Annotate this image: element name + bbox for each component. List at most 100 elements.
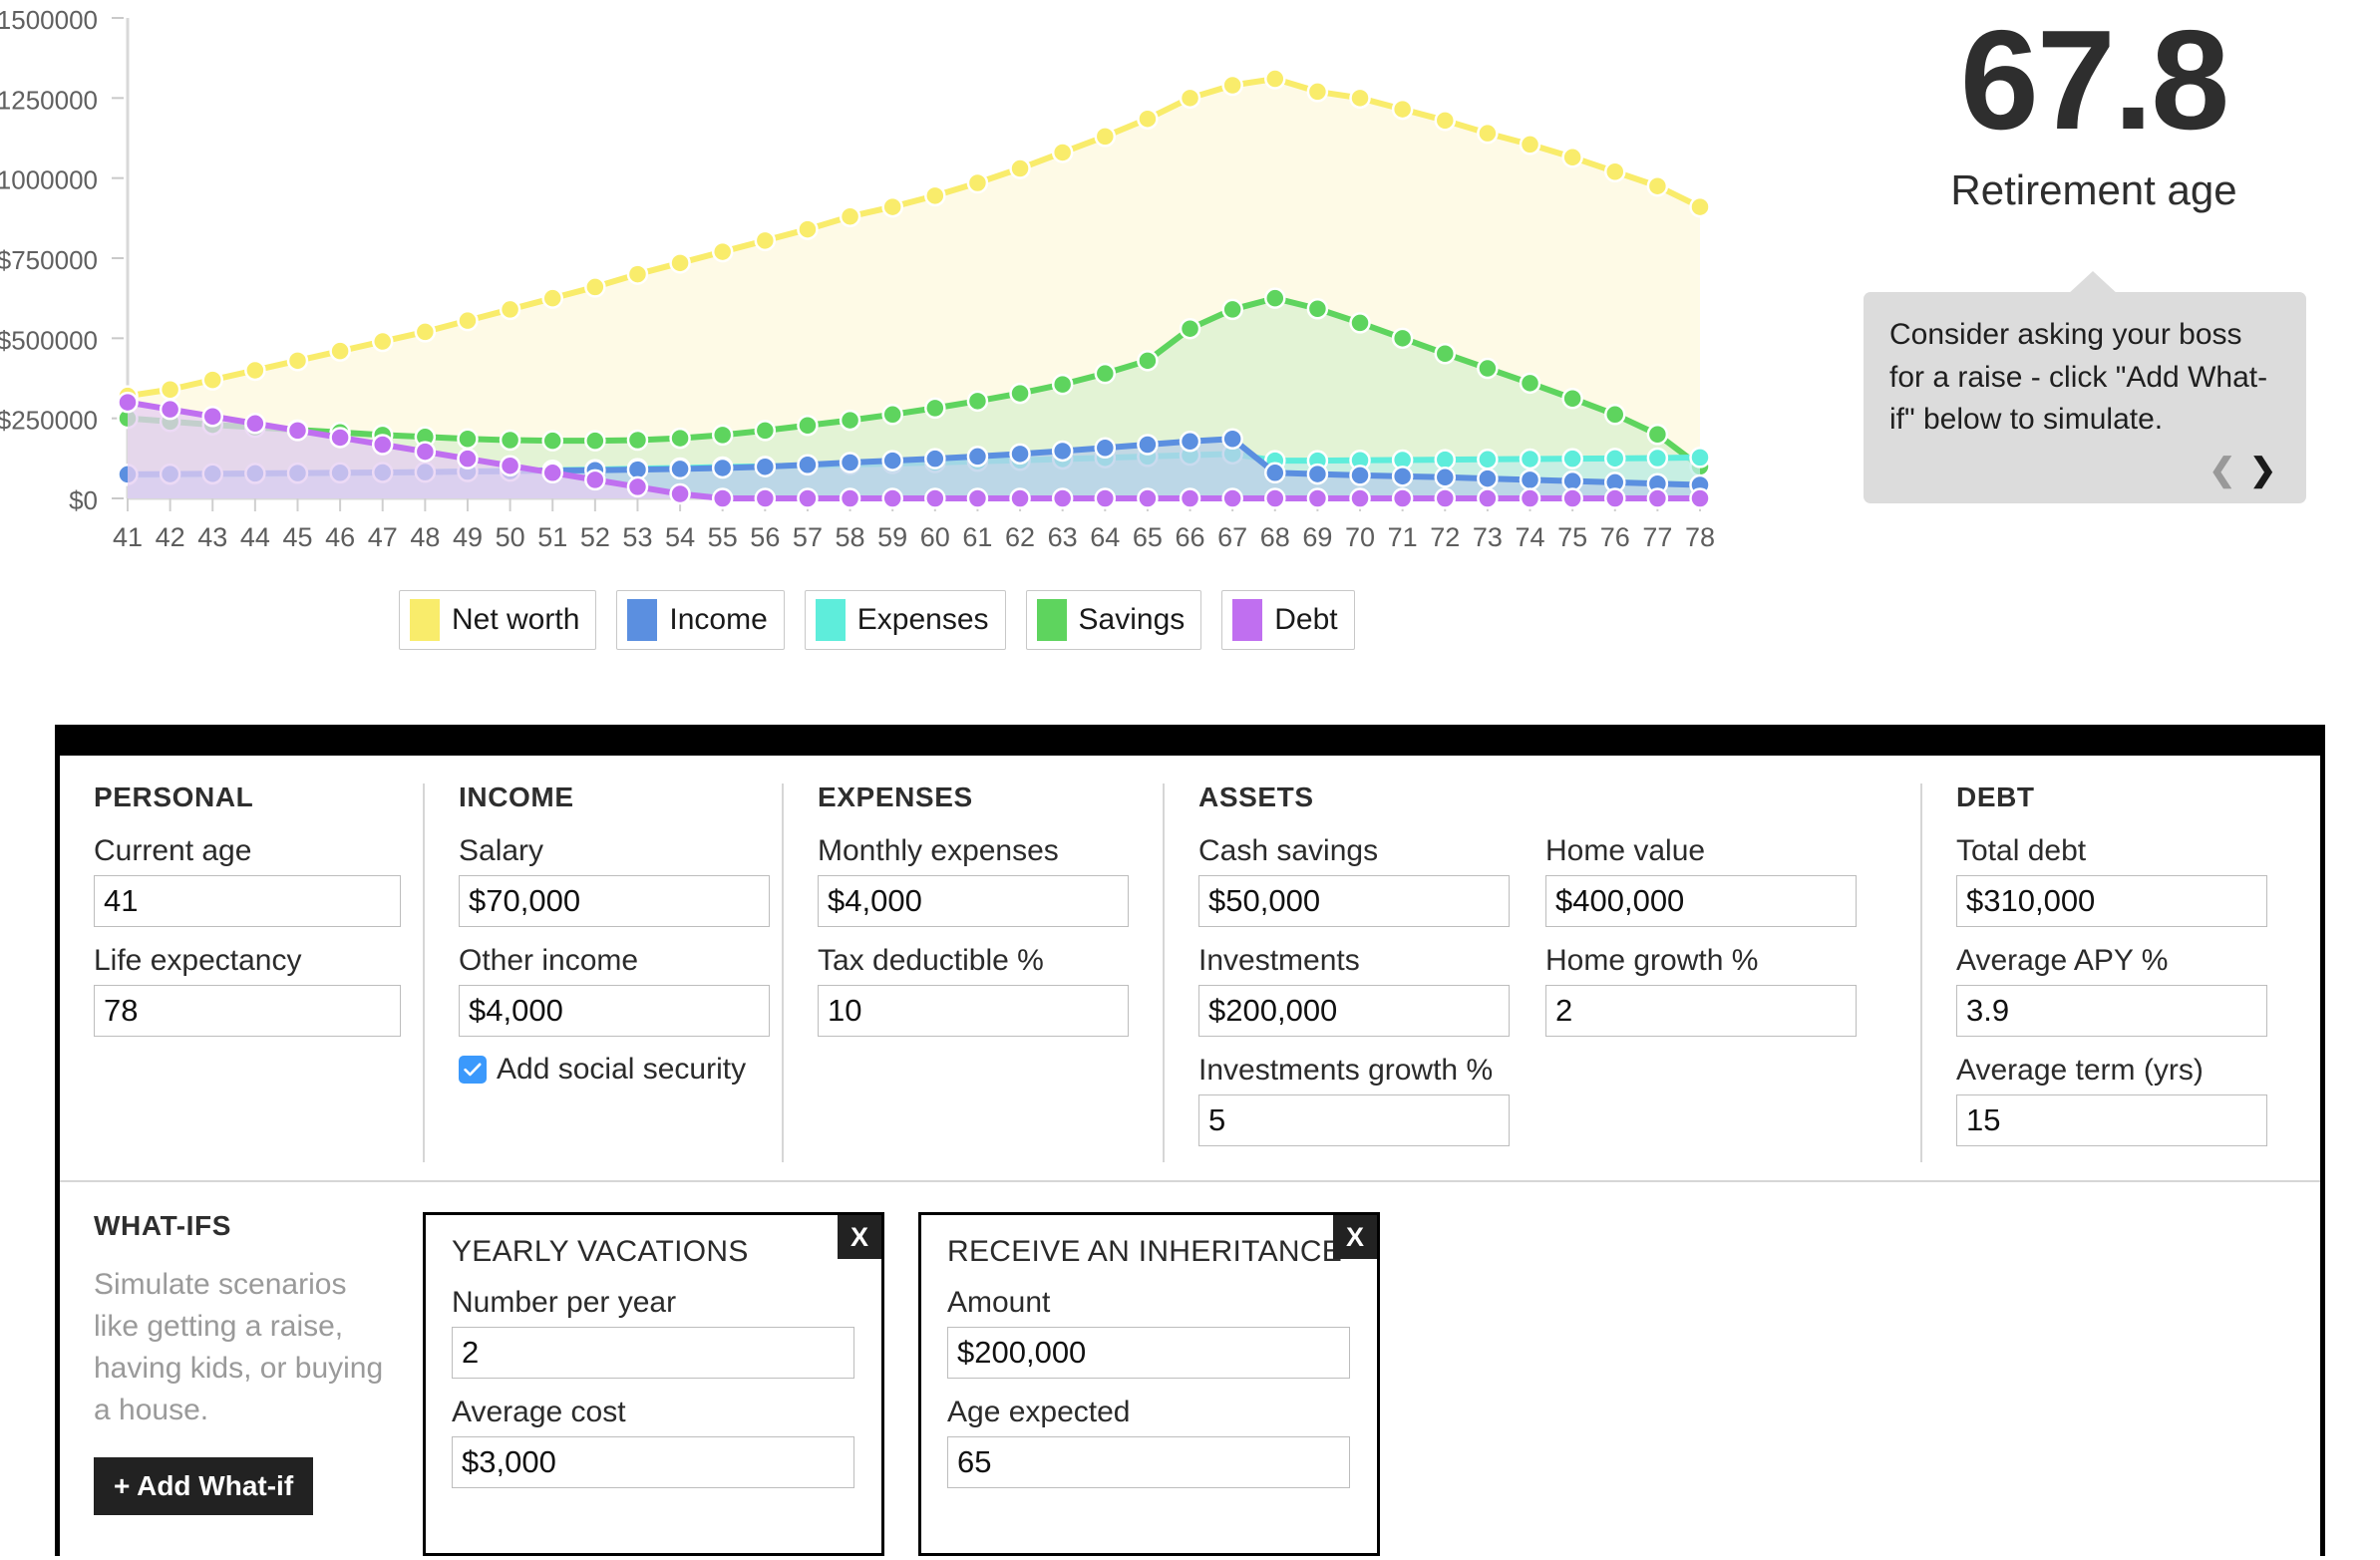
data-point[interactable]: [669, 482, 691, 505]
data-point[interactable]: [711, 424, 734, 447]
field-input[interactable]: $50,000: [1198, 875, 1510, 927]
data-point[interactable]: [584, 276, 606, 298]
data-point[interactable]: [371, 330, 394, 353]
data-point[interactable]: [1137, 434, 1159, 456]
data-point[interactable]: [499, 298, 521, 321]
field-input[interactable]: $200,000: [1198, 985, 1510, 1037]
field-input[interactable]: $200,000: [947, 1327, 1350, 1379]
data-point[interactable]: [839, 409, 861, 432]
field-input[interactable]: 41: [94, 875, 401, 927]
data-point[interactable]: [1306, 298, 1329, 320]
legend-item-income[interactable]: Income: [616, 590, 785, 650]
field-input[interactable]: $310,000: [1956, 875, 2267, 927]
data-point[interactable]: [1306, 463, 1329, 485]
data-point[interactable]: [159, 378, 181, 401]
data-point[interactable]: [711, 240, 734, 263]
data-point[interactable]: [1179, 87, 1201, 110]
data-point[interactable]: [541, 287, 563, 309]
data-point[interactable]: [329, 340, 351, 362]
data-point[interactable]: [881, 450, 903, 471]
data-point[interactable]: [1349, 87, 1371, 110]
data-point[interactable]: [1349, 312, 1371, 334]
data-point[interactable]: [1221, 74, 1243, 97]
data-point[interactable]: [839, 205, 861, 227]
data-point[interactable]: [286, 350, 309, 372]
data-point[interactable]: [839, 487, 861, 509]
data-point[interactable]: [414, 321, 437, 343]
data-point[interactable]: [1349, 465, 1371, 486]
data-point[interactable]: [1434, 110, 1457, 132]
data-point[interactable]: [1477, 122, 1499, 145]
chevron-right-icon[interactable]: ❯: [2249, 454, 2276, 485]
data-point[interactable]: [1519, 372, 1541, 395]
data-point[interactable]: [1306, 81, 1329, 103]
data-point[interactable]: [1009, 382, 1031, 405]
data-point[interactable]: [754, 420, 777, 442]
data-point[interactable]: [1434, 343, 1457, 365]
data-point[interactable]: [1434, 487, 1457, 509]
data-point[interactable]: [414, 441, 437, 463]
field-input[interactable]: $70,000: [459, 875, 770, 927]
data-point[interactable]: [1604, 487, 1626, 509]
data-point[interactable]: [457, 309, 479, 332]
data-point[interactable]: [201, 369, 223, 391]
data-point[interactable]: [1094, 487, 1117, 509]
data-point[interactable]: [584, 430, 606, 452]
data-point[interactable]: [1477, 357, 1499, 380]
data-point[interactable]: [669, 427, 691, 450]
data-point[interactable]: [1519, 134, 1541, 156]
legend-item-savings[interactable]: Savings: [1025, 590, 1202, 650]
data-point[interactable]: [966, 446, 989, 468]
field-input[interactable]: 65: [947, 1436, 1350, 1488]
data-point[interactable]: [797, 414, 819, 437]
data-point[interactable]: [1561, 147, 1583, 168]
checkmark-icon[interactable]: [459, 1056, 487, 1084]
data-point[interactable]: [1519, 448, 1541, 470]
data-point[interactable]: [881, 487, 903, 509]
data-point[interactable]: [754, 456, 777, 477]
legend-item-net-worth[interactable]: Net worth: [399, 590, 597, 650]
data-point[interactable]: [244, 413, 266, 435]
data-point[interactable]: [1434, 449, 1457, 470]
legend-item-expenses[interactable]: Expenses: [804, 590, 1006, 650]
data-point[interactable]: [839, 452, 861, 473]
data-point[interactable]: [1561, 487, 1583, 509]
data-point[interactable]: [1221, 428, 1243, 450]
field-input[interactable]: 2: [1545, 985, 1857, 1037]
data-point[interactable]: [924, 487, 946, 509]
data-point[interactable]: [754, 229, 777, 252]
add-whatif-button[interactable]: + Add What-if: [94, 1457, 314, 1515]
field-input[interactable]: $400,000: [1545, 875, 1857, 927]
data-point[interactable]: [669, 252, 691, 274]
data-point[interactable]: [966, 487, 989, 509]
field-input[interactable]: $4,000: [818, 875, 1129, 927]
field-input[interactable]: 5: [1198, 1094, 1510, 1146]
chart-canvas[interactable]: $0 $250000 $500000 $750000 $1000000 $1250000 $…: [0, 0, 1755, 658]
data-point[interactable]: [1561, 387, 1583, 410]
field-input[interactable]: 2: [452, 1327, 854, 1379]
data-point[interactable]: [626, 475, 649, 498]
data-point[interactable]: [1094, 362, 1117, 385]
data-point[interactable]: [797, 487, 819, 509]
field-input[interactable]: $4,000: [459, 985, 770, 1037]
data-point[interactable]: [1604, 160, 1626, 182]
data-point[interactable]: [626, 263, 649, 285]
data-point[interactable]: [1264, 462, 1286, 484]
data-point[interactable]: [1391, 98, 1414, 121]
data-point[interactable]: [1094, 126, 1117, 148]
data-point[interactable]: [1477, 487, 1499, 509]
data-point[interactable]: [1477, 449, 1499, 470]
data-point[interactable]: [881, 404, 903, 426]
data-point[interactable]: [797, 218, 819, 240]
data-point[interactable]: [1009, 487, 1031, 509]
data-point[interactable]: [329, 427, 351, 449]
data-point[interactable]: [797, 454, 819, 476]
data-point[interactable]: [1009, 443, 1031, 466]
data-point[interactable]: [1179, 431, 1201, 453]
data-point[interactable]: [1646, 423, 1669, 446]
data-point[interactable]: [1221, 487, 1243, 509]
data-point[interactable]: [1051, 142, 1074, 163]
data-point[interactable]: [1221, 298, 1243, 321]
field-input[interactable]: 10: [818, 985, 1129, 1037]
close-icon[interactable]: X: [838, 1215, 881, 1259]
